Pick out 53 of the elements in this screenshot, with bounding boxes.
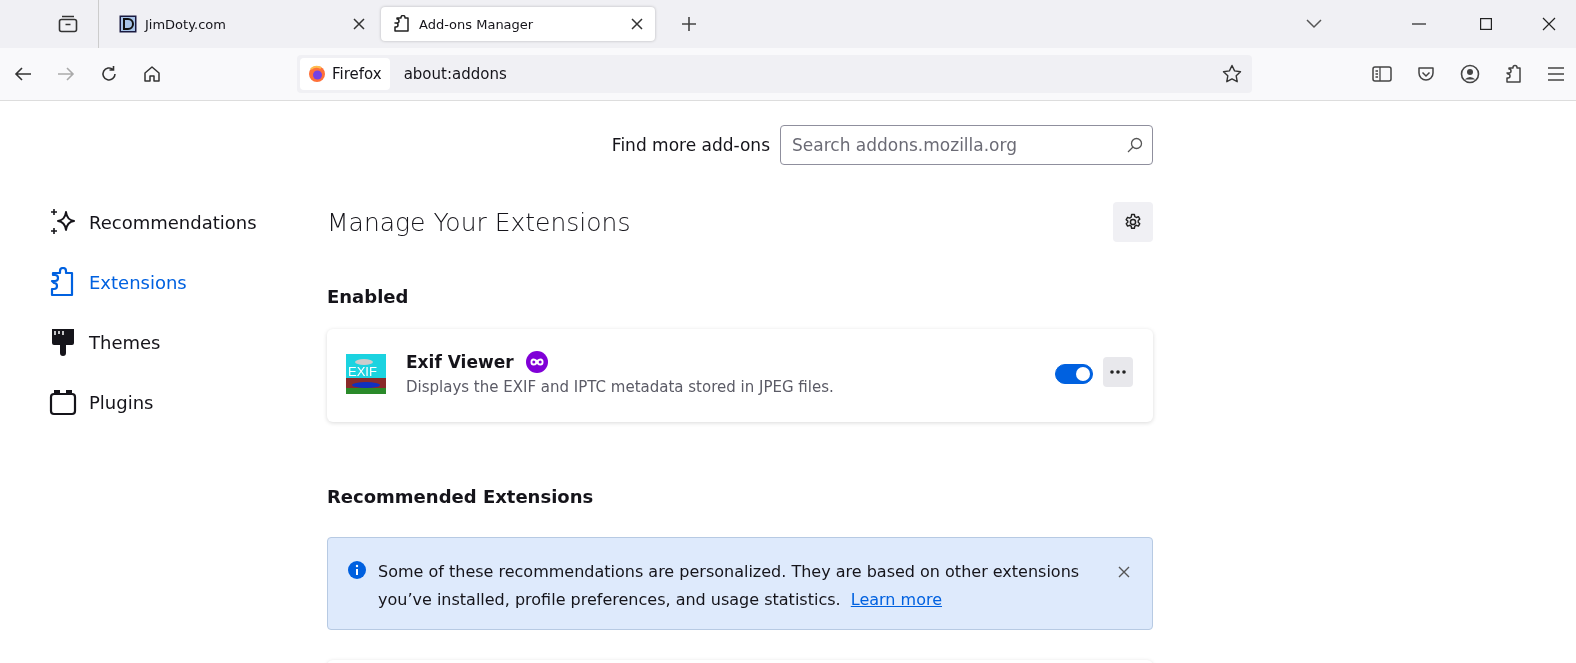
learn-more-link[interactable]: Learn more xyxy=(850,590,942,609)
category-item[interactable]: Extensions xyxy=(0,264,327,300)
section-heading: Enabled xyxy=(327,286,410,307)
paintbrush-icon xyxy=(49,327,77,357)
close-tab-icon[interactable] xyxy=(631,18,643,30)
maximize-icon[interactable] xyxy=(1480,18,1492,30)
extension-card[interactable]: EXIF Exif Viewer Displays the EXIF and IPTC metadata stored in JPEG files. xyxy=(327,329,1153,422)
tab-list-icon[interactable] xyxy=(58,15,78,33)
browser-tab[interactable]: JimDoty.com xyxy=(107,7,377,41)
tab-title: Add-ons Manager xyxy=(419,16,535,32)
pocket-icon[interactable] xyxy=(1417,65,1435,83)
settings-icon xyxy=(1124,213,1142,231)
puzzle-piece-icon xyxy=(393,15,411,33)
chevron-down-icon[interactable] xyxy=(1306,19,1322,29)
more-options-icon xyxy=(1110,369,1126,374)
close-icon[interactable] xyxy=(1542,17,1556,31)
new-tab-icon[interactable] xyxy=(681,16,697,32)
star-icon[interactable] xyxy=(1222,64,1242,84)
category-item[interactable]: Themes xyxy=(0,324,327,360)
plug-block-icon xyxy=(49,387,77,417)
section-heading: Recommended Extensions xyxy=(327,486,595,507)
home-icon[interactable] xyxy=(143,65,161,83)
sidebar-icon[interactable] xyxy=(1372,66,1392,82)
search-field[interactable]: Search addons.mozilla.org xyxy=(780,125,1153,165)
tab-title: JimDoty.com xyxy=(145,16,227,32)
browser-logo-icon xyxy=(308,65,326,83)
extension-logo-drawing xyxy=(346,353,386,394)
url-text: about:addons xyxy=(403,65,507,83)
category-item[interactable]: Recommendations xyxy=(0,204,327,240)
logo-text: EXIF xyxy=(348,363,377,379)
reload-icon[interactable] xyxy=(100,65,118,83)
menu-icon[interactable] xyxy=(1548,67,1564,81)
identity-button[interactable]: Firefox xyxy=(300,58,390,90)
more-options-button[interactable] xyxy=(1103,356,1133,387)
extension-name: Exif Viewer xyxy=(406,352,514,372)
search-icon xyxy=(1127,137,1143,153)
settings-button[interactable] xyxy=(1113,202,1153,242)
puzzle-piece-icon[interactable] xyxy=(1505,64,1523,84)
enable-toggle[interactable] xyxy=(1055,363,1093,384)
close-tab-icon[interactable] xyxy=(353,18,365,30)
category-item[interactable]: Plugins xyxy=(0,384,327,420)
extension-description: Displays the EXIF and IPTC metadata stored in JPEG files. xyxy=(406,378,834,396)
address-bar[interactable]: Firefox about:addons xyxy=(297,55,1252,93)
account-icon[interactable] xyxy=(1460,64,1480,84)
page-heading: Manage Your Extensions xyxy=(327,207,631,237)
sparkle-icon xyxy=(49,207,77,237)
find-more-label: Find more add-ons xyxy=(611,135,770,155)
close-icon[interactable] xyxy=(1118,566,1130,578)
site-favicon xyxy=(119,15,137,33)
browser-tab[interactable]: Add-ons Manager xyxy=(381,7,655,41)
back-arrow-icon[interactable] xyxy=(14,66,32,82)
info-message: Some of these recommendations are personalized. They are based on other extensions you’ve installed, profile preferences, and usage statistics. Learn more xyxy=(378,561,1081,611)
info-icon xyxy=(348,561,366,579)
